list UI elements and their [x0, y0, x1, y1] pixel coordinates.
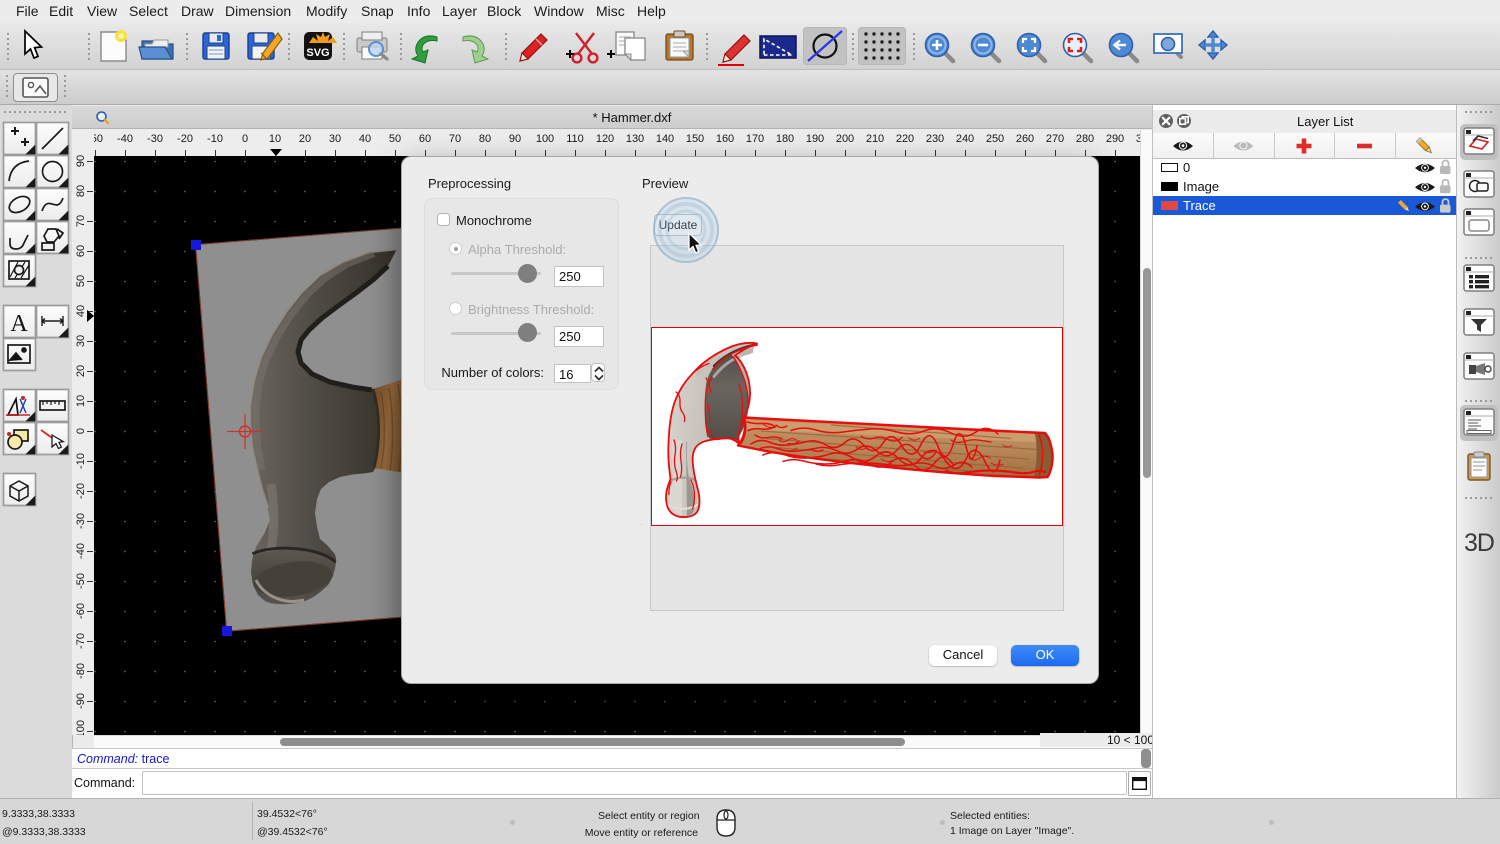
svg-text:SVG: SVG: [306, 47, 329, 59]
svg-text:A: A: [10, 311, 28, 337]
